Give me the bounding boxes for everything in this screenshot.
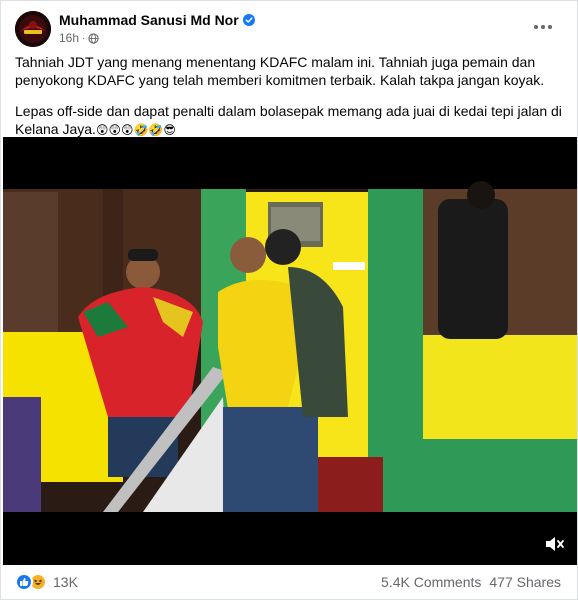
more-dot-icon (548, 25, 552, 29)
post-time[interactable]: 16h (59, 31, 79, 45)
post-header: Muhammad Sanusi Md Nor 16h · (15, 11, 565, 47)
globe-icon (88, 32, 100, 44)
shares-count-link[interactable]: 477 Shares (489, 574, 561, 590)
reaction-count: 13K (53, 574, 78, 590)
video-frame (3, 137, 577, 565)
post-paragraph-1: Tahniah JDT yang menang menentang KDAFC … (15, 54, 545, 88)
more-dot-icon (541, 25, 545, 29)
facebook-post: Muhammad Sanusi Md Nor 16h · Tahniah JDT… (0, 0, 578, 600)
post-paragraph-2: Lepas off-side dan dapat penalti dalam b… (15, 102, 563, 139)
post-footer: 13K 5.4K Comments 477 Shares (15, 569, 565, 595)
author-avatar[interactable] (15, 11, 51, 47)
more-dot-icon (534, 25, 538, 29)
reactions-summary[interactable]: 13K (15, 573, 78, 591)
more-options-button[interactable] (531, 15, 555, 39)
meta-separator: · (82, 32, 86, 44)
author-name-row: Muhammad Sanusi Md Nor (59, 12, 255, 28)
engagement-stats: 5.4K Comments 477 Shares (381, 574, 561, 590)
post-emojis: 😲😲😲🤣🤣😎 (95, 123, 176, 137)
video-player[interactable] (3, 137, 577, 565)
verified-badge-icon (242, 14, 255, 26)
like-reaction-icon (15, 573, 33, 591)
speaker-muted-icon[interactable] (543, 533, 565, 555)
post-meta: 16h · (59, 31, 100, 45)
author-name[interactable]: Muhammad Sanusi Md Nor (59, 12, 239, 28)
comments-count-link[interactable]: 5.4K Comments (381, 574, 481, 590)
